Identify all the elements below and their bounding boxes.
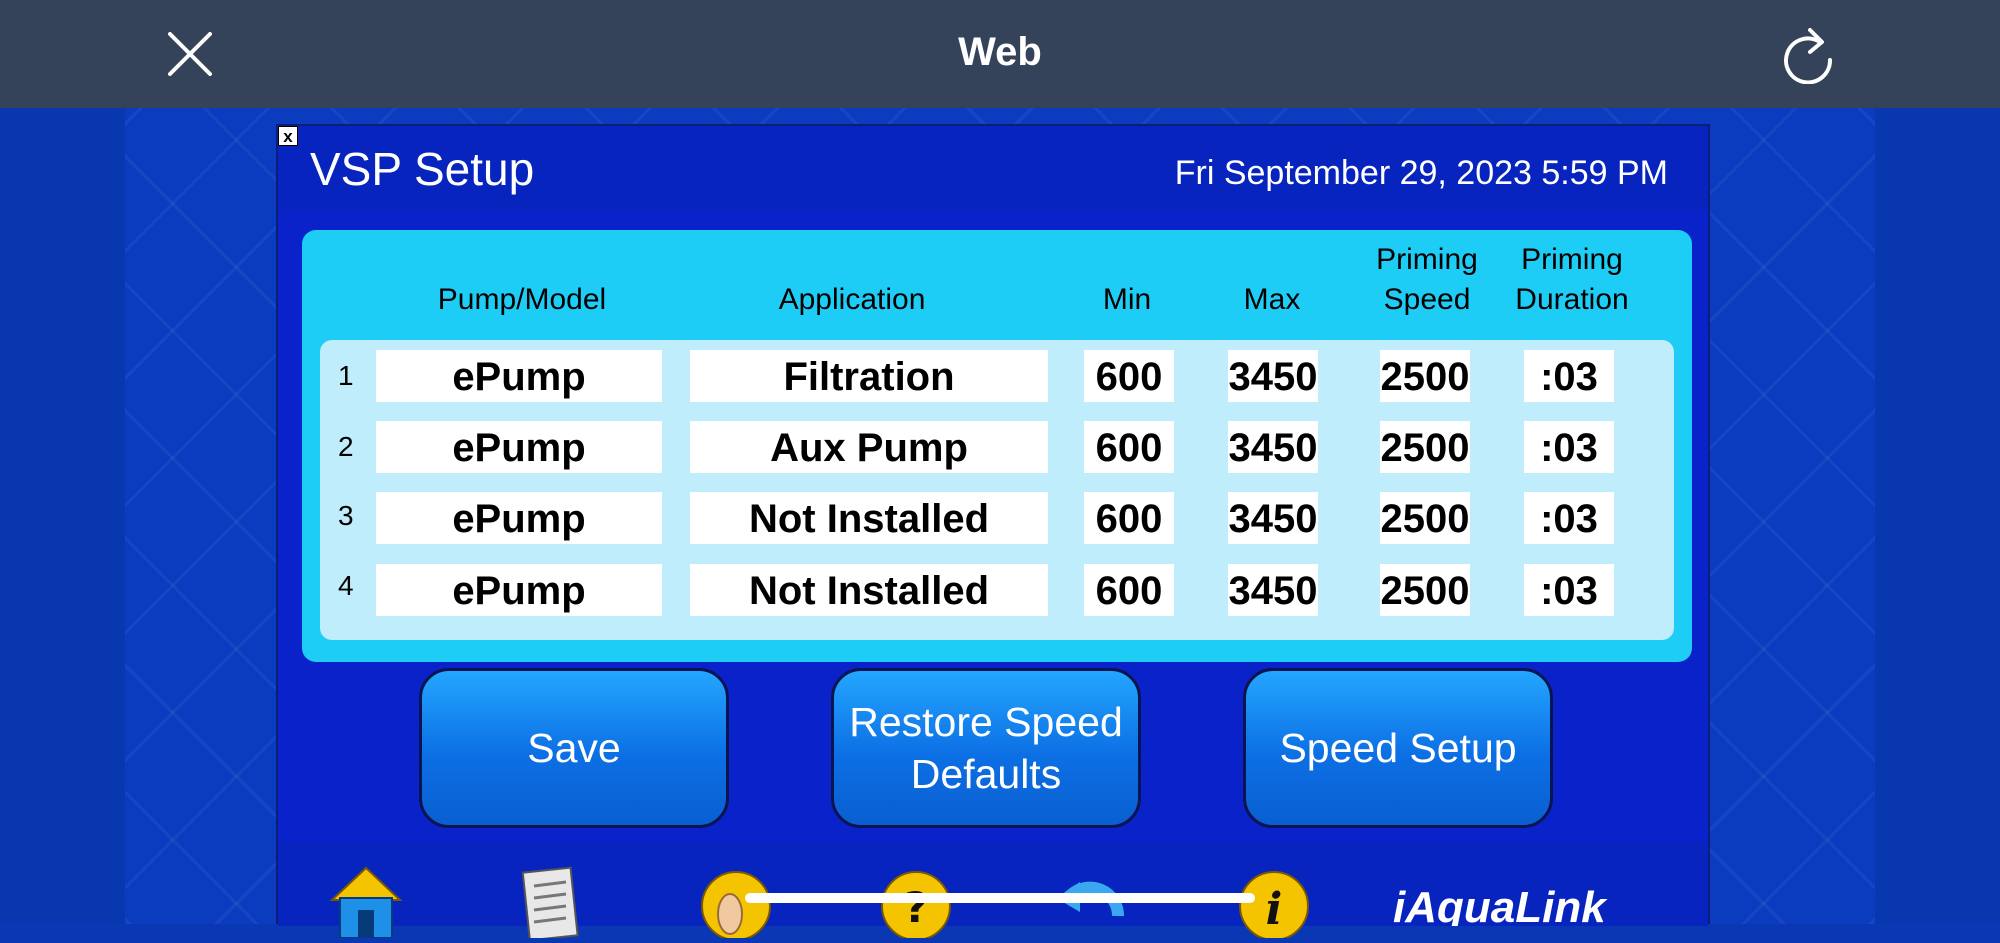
pump-table: Pump/Model Application Min Max Priming S…: [302, 230, 1692, 662]
max-speed-cell[interactable]: 3450: [1228, 421, 1318, 473]
panel-close-button[interactable]: x: [278, 126, 298, 146]
max-speed-cell[interactable]: 3450: [1228, 350, 1318, 402]
header-max: Max: [1243, 283, 1301, 316]
pump-model-cell[interactable]: ePump: [376, 421, 662, 473]
header-priming-speed-line2: Speed: [1383, 283, 1471, 316]
application-cell[interactable]: Not Installed: [690, 564, 1048, 616]
priming-speed-cell[interactable]: 2500: [1380, 492, 1470, 544]
min-speed-cell[interactable]: 600: [1084, 421, 1174, 473]
application-cell[interactable]: Filtration: [690, 350, 1048, 402]
notes-icon[interactable]: [512, 862, 588, 942]
min-speed-cell[interactable]: 600: [1084, 564, 1174, 616]
application-cell[interactable]: Not Installed: [690, 492, 1048, 544]
priming-speed-cell[interactable]: 2500: [1380, 421, 1470, 473]
reload-icon[interactable]: [1780, 26, 1836, 85]
header-priming-duration-line1: Priming: [1521, 243, 1623, 276]
browser-title: Web: [958, 30, 1042, 74]
speed-setup-button[interactable]: Speed Setup: [1243, 668, 1553, 828]
home-indicator: [745, 893, 1255, 903]
svg-text:i: i: [1266, 884, 1283, 935]
panel-header: x VSP Setup Fri September 29, 2023 5:59 …: [278, 126, 1708, 210]
vsp-setup-panel: x VSP Setup Fri September 29, 2023 5:59 …: [276, 124, 1710, 942]
pump-model-cell[interactable]: ePump: [376, 564, 662, 616]
row-number: 1: [338, 360, 354, 391]
restore-button-line1: Restore Speed: [849, 699, 1123, 745]
pump-model-cell[interactable]: ePump: [376, 492, 662, 544]
bottom-nav: ? i iAquaLink: [278, 842, 1708, 942]
home-icon[interactable]: [328, 862, 404, 939]
header-min: Min: [1102, 283, 1152, 316]
min-speed-cell[interactable]: 600: [1084, 492, 1174, 544]
page-title: VSP Setup: [310, 143, 535, 195]
row-number: 4: [338, 570, 354, 601]
priming-speed-cell[interactable]: 2500: [1380, 350, 1470, 402]
iaqualink-logo: iAquaLink: [1393, 880, 1673, 926]
pump-model-cell[interactable]: ePump: [376, 350, 662, 402]
speed-setup-button-label: Speed Setup: [1279, 725, 1517, 771]
priming-duration-cell[interactable]: :03: [1524, 350, 1614, 402]
priming-duration-cell[interactable]: :03: [1524, 421, 1614, 473]
header-priming-speed: Priming Speed: [1357, 240, 1497, 320]
row-number: 2: [338, 431, 354, 462]
logo-text: iAquaLink: [1393, 883, 1606, 926]
min-speed-cell[interactable]: 600: [1084, 350, 1174, 402]
save-button-label: Save: [527, 725, 621, 771]
priming-speed-cell[interactable]: 2500: [1380, 564, 1470, 616]
save-button[interactable]: Save: [419, 668, 729, 828]
priming-duration-cell[interactable]: :03: [1524, 564, 1614, 616]
row-number: 3: [338, 500, 354, 531]
max-speed-cell[interactable]: 3450: [1228, 492, 1318, 544]
datetime-display: Fri September 29, 2023 5:59 PM: [1174, 154, 1668, 192]
header-priming-speed-line1: Priming: [1376, 243, 1478, 276]
priming-duration-cell[interactable]: :03: [1524, 492, 1614, 544]
restore-speed-defaults-button[interactable]: Restore Speed Defaults: [831, 668, 1141, 828]
header-application: Application: [778, 283, 926, 316]
browser-topbar: Web: [0, 0, 2000, 108]
application-cell[interactable]: Aux Pump: [690, 421, 1048, 473]
header-priming-duration: Priming Duration: [1497, 240, 1647, 320]
svg-text:?: ?: [904, 883, 928, 932]
max-speed-cell[interactable]: 3450: [1228, 564, 1318, 616]
header-pump-model: Pump/Model: [437, 283, 607, 316]
header-priming-duration-line2: Duration: [1515, 283, 1629, 316]
restore-button-line2: Defaults: [910, 751, 1062, 797]
pump-rows: 1 ePump Filtration 600 3450 2500 :03 2 e…: [320, 340, 1674, 640]
